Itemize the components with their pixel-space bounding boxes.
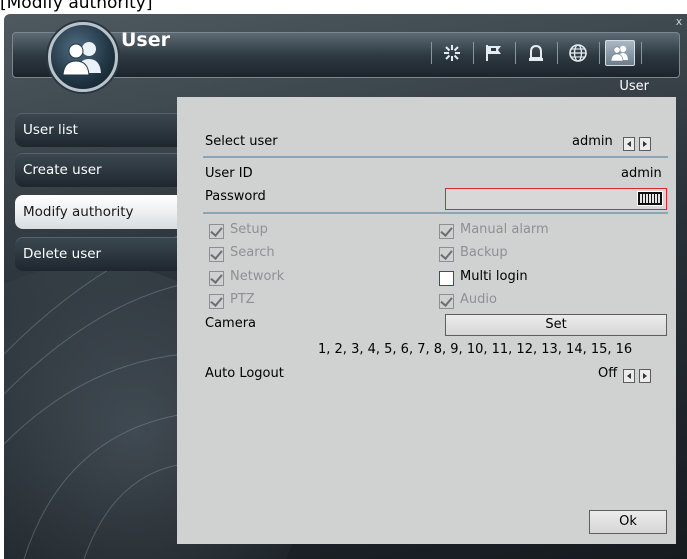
audio-checkbox [439, 294, 454, 309]
password-label: Password [205, 189, 266, 204]
user-logo-icon [48, 22, 118, 92]
toolbar-separator [599, 42, 600, 64]
divider [203, 212, 668, 214]
window-subtitle: User [619, 79, 649, 94]
user-icon[interactable] [605, 40, 635, 66]
flag-icon[interactable] [479, 40, 509, 66]
backup-checkbox [439, 247, 454, 262]
select-user-next-button[interactable] [639, 137, 651, 151]
arrow-left-icon [627, 141, 631, 147]
multi-login-checkbox[interactable] [439, 271, 454, 286]
select-user-label: Select user [205, 134, 278, 149]
search-label: Search [230, 245, 275, 260]
camera-label: Camera [205, 316, 257, 331]
select-user-prev-button[interactable] [623, 137, 635, 151]
toolbar-separator [473, 42, 474, 64]
setup-checkbox [209, 224, 224, 239]
setup-label: Setup [230, 222, 268, 237]
sidebar-item-create-user[interactable]: Create user [15, 153, 181, 187]
select-user-value: admin [572, 134, 613, 149]
auto-logout-prev-button[interactable] [623, 369, 635, 383]
window-title: User [121, 29, 170, 51]
network-label: Network [230, 269, 285, 284]
ptz-checkbox [209, 294, 224, 309]
close-icon[interactable]: x [673, 16, 685, 28]
arrow-right-icon [643, 373, 647, 379]
auto-logout-label: Auto Logout [205, 366, 284, 381]
sidebar-item-user-list[interactable]: User list [15, 113, 181, 147]
manual-alarm-checkbox [439, 224, 454, 239]
audio-label: Audio [460, 292, 497, 307]
user-id-label: User ID [205, 166, 253, 181]
search-checkbox [209, 247, 224, 262]
ok-button[interactable]: Ok [589, 510, 667, 534]
multi-login-label: Multi login [460, 269, 528, 284]
camera-set-button[interactable]: Set [445, 314, 667, 336]
backup-label: Backup [460, 245, 508, 260]
arrow-right-icon [643, 141, 647, 147]
camera-list: 1, 2, 3, 4, 5, 6, 7, 8, 9, 10, 11, 12, 1… [318, 342, 633, 357]
ptz-label: PTZ [230, 292, 255, 307]
auto-logout-next-button[interactable] [639, 369, 651, 383]
page-caption: [Modify authority] [0, 0, 153, 13]
toolbar-separator [431, 42, 432, 64]
sidebar-item-delete-user[interactable]: Delete user [15, 237, 181, 271]
arrow-left-icon [627, 373, 631, 379]
toolbar-separator [557, 42, 558, 64]
settings-star-icon[interactable] [437, 40, 467, 66]
manual-alarm-label: Manual alarm [460, 222, 549, 237]
network-checkbox [209, 271, 224, 286]
toolbar-separator [641, 42, 642, 64]
virtual-keyboard-icon[interactable] [637, 191, 663, 206]
toolbar-separator [515, 42, 516, 64]
password-input[interactable] [445, 188, 667, 210]
alarm-bell-icon[interactable] [521, 40, 551, 66]
globe-icon[interactable] [563, 40, 593, 66]
divider [203, 156, 668, 158]
user-id-value: admin [621, 166, 662, 181]
sidebar-item-modify-authority[interactable]: Modify authority [15, 195, 181, 229]
auto-logout-value: Off [598, 366, 618, 381]
